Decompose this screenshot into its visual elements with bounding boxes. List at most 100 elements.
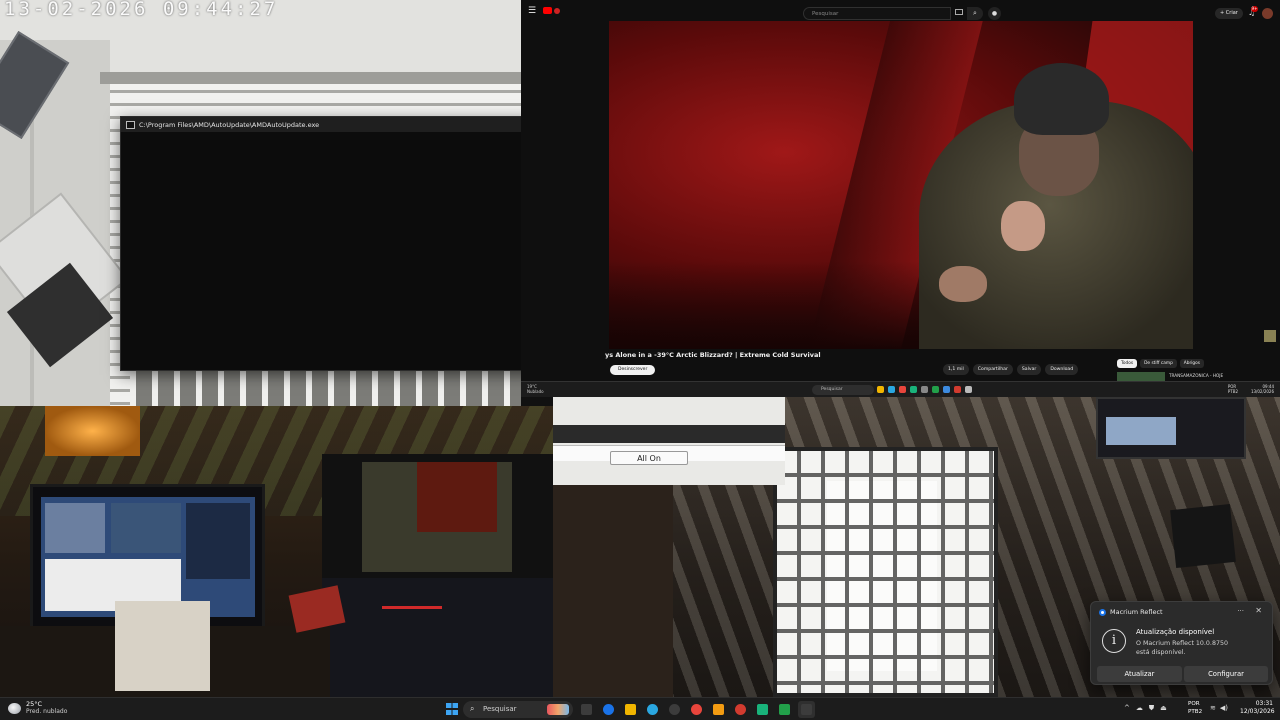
video-person-hand-lower: [939, 266, 987, 302]
search-highlight-icon: [547, 704, 569, 715]
remote-search: Pesquisar: [812, 385, 874, 395]
more-options-icon[interactable]: ···: [1237, 607, 1244, 615]
task-view-icon[interactable]: [578, 701, 595, 718]
camera-monitor-bottom: [322, 578, 553, 697]
youtube-search-input[interactable]: Pesquisar: [803, 7, 951, 20]
windows-start-icon[interactable]: [446, 703, 458, 715]
create-button[interactable]: + Criar: [1215, 8, 1243, 19]
camera-shelf: [115, 601, 210, 691]
notification-app-name: Macrium Reflect: [1110, 608, 1163, 616]
recommendation-title[interactable]: TRANSAMAZONICA - HOJE: [1169, 373, 1223, 378]
remote-lang: POR PTB2: [1227, 384, 1238, 394]
share-button[interactable]: Compartilhar: [972, 364, 1013, 375]
hamburger-menu-icon[interactable]: ☰: [528, 6, 538, 16]
all-on-button[interactable]: All On: [610, 451, 688, 465]
language-code: POR: [1188, 701, 1200, 707]
camera-dark-corner: [553, 485, 673, 697]
video-player[interactable]: [609, 21, 1193, 349]
onedrive-icon[interactable]: ☁: [1136, 704, 1143, 713]
wifi-icon: ≋: [1210, 704, 1216, 712]
youtube-topbar: ☰ Pesquisar ⌕ ● + Criar ♫ 9+: [521, 3, 1280, 21]
microphone-icon[interactable]: ●: [988, 7, 1001, 20]
chip-shelters[interactable]: Abrigos: [1179, 359, 1205, 368]
taskbar-apps: [578, 701, 815, 718]
security-icon[interactable]: ⛊: [1149, 704, 1154, 713]
notification-badge: 9+: [1251, 6, 1258, 12]
desktop: 13-02-2026 09:44:27 C:\Program Files\AMD…: [0, 0, 1280, 720]
camera-rail: [100, 72, 521, 84]
avatar[interactable]: [1262, 8, 1273, 19]
chip-camp[interactable]: De stiff camp: [1140, 359, 1177, 368]
like-button[interactable]: 1,1 mil: [943, 364, 969, 375]
remote-taskbar: 19°C Nublado Pesquisar POR PTB2 09:44 13…: [521, 381, 1280, 397]
video-person-hat: [1014, 63, 1109, 135]
camera-window: [773, 447, 998, 697]
video-overlay-icon[interactable]: [1264, 330, 1276, 342]
clock[interactable]: 03:31 12/03/2026: [1240, 700, 1275, 716]
camera-balcony-bars: [130, 370, 521, 406]
remote-clock: 09:44 13/02/2026: [1250, 384, 1274, 394]
edge-icon[interactable]: [644, 701, 661, 718]
configure-button[interactable]: Configurar: [1184, 666, 1268, 682]
youtube-window: ☰ Pesquisar ⌕ ● + Criar ♫ 9+ ys Alone in…: [521, 0, 1280, 397]
red-circle-app-icon[interactable]: [732, 701, 749, 718]
weather-description: Pred. nublado: [26, 708, 68, 715]
console-title: C:\Program Files\AMD\AutoUpdate\AMDAutoU…: [139, 120, 320, 129]
camera-timestamp: 13-02-2026 09:44:27: [4, 0, 279, 20]
cloud-icon: [8, 702, 21, 714]
macrium-app-icon: [1099, 608, 1106, 616]
obs-icon[interactable]: [666, 701, 683, 718]
taskbar-search-label: Pesquisar: [483, 705, 517, 713]
video-person-hand: [1001, 201, 1045, 251]
search-icon: ⌕: [470, 704, 475, 713]
video-floor-shadow: [609, 261, 949, 349]
weather-widget[interactable]: 25°C Pred. nublado: [8, 700, 67, 716]
camera-window-grid: [777, 451, 994, 693]
excel-icon[interactable]: [776, 701, 793, 718]
keyboard-layout: PTB2: [1188, 709, 1203, 715]
update-button[interactable]: Atualizar: [1097, 666, 1182, 682]
camera-monitor-top: [322, 454, 553, 584]
video-actions: 1,1 mil Compartilhar Salvar Download: [943, 364, 1079, 375]
download-button[interactable]: Download: [1045, 364, 1079, 375]
language-indicator[interactable]: POR PTB2: [1188, 700, 1202, 716]
search-icon[interactable]: ⌕: [967, 7, 983, 20]
camera-feed-desk: [0, 406, 553, 697]
youtube-logo[interactable]: [543, 7, 560, 14]
update-notification[interactable]: Macrium Reflect ··· ✕ i Atualização disp…: [1090, 601, 1273, 685]
usb-icon[interactable]: ⏏: [1160, 704, 1167, 713]
red-app-icon[interactable]: [688, 701, 705, 718]
chrome-icon[interactable]: [600, 701, 617, 718]
chip-all[interactable]: Todos: [1117, 359, 1138, 368]
video-title: ys Alone in a -39°C Arctic Blizzard? | E…: [605, 351, 821, 359]
camera-control-panel: All On: [553, 397, 785, 485]
tray-chevron-icon[interactable]: ^: [1124, 704, 1130, 713]
recommendation-chips: Todos De stiff camp Abrigos: [1117, 359, 1205, 368]
taskbar: 25°C Pred. nublado ⌕ Pesquisar ^ ☁ ⛊ ⏏ P…: [0, 697, 1280, 720]
volume-icon: ◀): [1219, 704, 1228, 712]
info-icon: i: [1102, 629, 1126, 653]
system-tray: ^ ☁ ⛊ ⏏: [1124, 704, 1167, 713]
save-button[interactable]: Salvar: [1016, 364, 1042, 375]
remote-app-icons: [877, 386, 972, 393]
clock-date: 12/03/2026: [1240, 708, 1275, 715]
weather-temperature: 25°C: [26, 700, 43, 708]
notification-header: Macrium Reflect: [1099, 608, 1163, 616]
camera-lamp: [45, 406, 140, 456]
terminal-icon[interactable]: [798, 701, 815, 718]
clock-time: 03:31: [1255, 700, 1273, 707]
notification-title: Atualização disponível: [1136, 628, 1215, 636]
subscribe-button[interactable]: Desinscrever: [610, 365, 656, 375]
camera-monitor: [1096, 397, 1246, 459]
network-volume[interactable]: ≋ ◀): [1210, 704, 1228, 712]
notification-body: O Macrium Reflect 10.0.8750 está disponí…: [1136, 640, 1228, 656]
file-explorer-icon[interactable]: [622, 701, 639, 718]
green-app-icon[interactable]: [754, 701, 771, 718]
keyboard-icon[interactable]: [955, 9, 963, 15]
remote-weather: 19°C Nublado: [527, 384, 544, 394]
console-app-icon: [126, 120, 135, 129]
camera-black-box: [1170, 504, 1236, 568]
vlc-icon[interactable]: [710, 701, 727, 718]
taskbar-search[interactable]: ⌕ Pesquisar: [463, 701, 573, 718]
close-icon[interactable]: ✕: [1255, 606, 1262, 615]
